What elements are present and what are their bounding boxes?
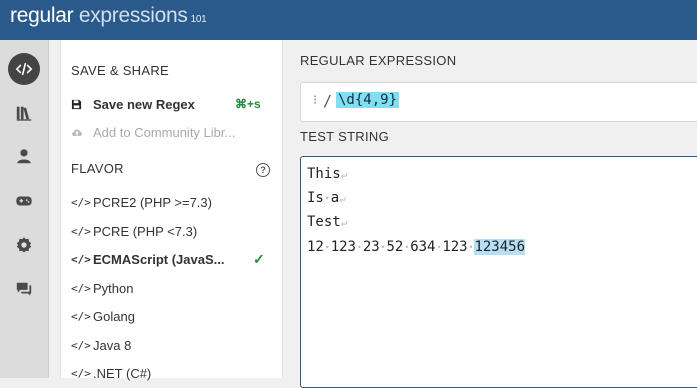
flavor-title: FLAVOR	[71, 161, 124, 176]
save-icon	[71, 99, 93, 110]
space-marker: •	[356, 242, 362, 252]
flavor-item[interactable]: </> Golang	[71, 306, 271, 326]
space-marker: •	[468, 242, 474, 252]
settings-icon[interactable]	[8, 229, 40, 261]
test-line: Test↵	[307, 214, 347, 230]
flavor-label: PCRE2 (PHP >=7.3)	[93, 194, 212, 210]
space-marker: •	[380, 242, 386, 252]
test-text: 23	[362, 239, 380, 255]
top-bar: regular expressions 101	[0, 0, 697, 40]
save-new-label: Save new Regex	[93, 96, 195, 112]
sidebar-panel: SAVE & SHARE Save new Regex ⌘+s Add to C…	[60, 40, 283, 381]
code-icon: </>	[71, 195, 91, 209]
test-text: Is	[307, 190, 324, 206]
flavor-item[interactable]: </> PCRE (PHP <7.3)	[71, 221, 271, 241]
quiz-icon[interactable]	[8, 185, 40, 217]
regex-title: REGULAR EXPRESSION	[300, 53, 457, 68]
flavor-item[interactable]: </> .NET (C#)	[71, 363, 271, 383]
code-icon: </>	[71, 338, 91, 352]
editor-icon[interactable]	[8, 53, 40, 85]
help-icon[interactable]: ?	[256, 163, 270, 177]
test-text: 123	[330, 239, 356, 255]
save-new-regex-button[interactable]: Save new Regex ⌘+s	[71, 94, 271, 114]
test-text: 634	[410, 239, 436, 255]
test-text: Test	[307, 214, 341, 230]
check-icon: ✓	[253, 250, 265, 267]
flavor-item[interactable]: </> Java 8	[71, 335, 271, 355]
flavor-label: Java 8	[93, 337, 132, 353]
flavor-item[interactable]: </> PCRE2 (PHP >=7.3)	[71, 192, 271, 212]
code-icon: </>	[71, 224, 91, 238]
drag-handle-icon[interactable]: ⁝	[313, 93, 317, 108]
flavor-label: Golang	[93, 308, 135, 324]
flavor-item[interactable]: </> Python	[71, 278, 271, 298]
test-text: a	[330, 190, 340, 206]
test-string-title: TEST STRING	[300, 129, 390, 144]
newline-marker: ↵	[340, 168, 348, 181]
test-text: 52	[386, 239, 404, 255]
save-shortcut: ⌘+s	[235, 97, 261, 111]
community-label: Add to Community Libr...	[93, 124, 236, 140]
logo-version: 101	[190, 14, 207, 25]
flavor-label: Python	[93, 280, 134, 296]
test-line: This↵	[307, 166, 347, 182]
save-share-title: SAVE & SHARE	[71, 63, 170, 78]
code-icon: </>	[71, 281, 91, 295]
flavor-label: ECMAScript (JavaS...	[93, 251, 225, 267]
space-marker: •	[324, 242, 330, 252]
regex-input[interactable]: ⁝ / \d{4,9}	[300, 82, 697, 122]
flavor-label: PCRE (PHP <7.3)	[93, 223, 198, 239]
code-icon: </>	[71, 309, 91, 323]
chat-icon[interactable]	[8, 273, 40, 305]
test-string-input[interactable]: This↵ Is•a↵ Test↵ 12•123•23•52•634•123•1…	[300, 156, 697, 388]
test-line: 12•123•23•52•634•123•123456	[307, 239, 526, 255]
library-icon[interactable]	[8, 97, 40, 129]
account-icon[interactable]	[8, 140, 40, 172]
match-highlight: 123456	[474, 239, 526, 255]
icon-rail	[0, 40, 49, 378]
editor-main: REGULAR EXPRESSION ⁝ / \d{4,9} TEST STRI…	[290, 40, 697, 388]
flavor-label: .NET (C#)	[93, 365, 152, 381]
code-icon: </>	[71, 252, 91, 266]
logo-text-regular: regular	[10, 4, 74, 27]
regex-pattern: \d{4,9}	[336, 92, 400, 108]
newline-marker: ↵	[339, 192, 346, 205]
space-marker: •	[436, 242, 442, 252]
space-marker: •	[404, 242, 410, 252]
newline-marker: ↵	[340, 216, 348, 229]
flavor-item-selected[interactable]: </> ECMAScript (JavaS... ✓	[71, 249, 271, 269]
test-line: Is•a↵	[307, 190, 346, 206]
space-marker: •	[324, 193, 330, 203]
regex-delimiter: /	[323, 92, 333, 110]
cloud-upload-icon	[71, 127, 93, 138]
test-text: This	[307, 166, 341, 182]
add-to-community-button[interactable]: Add to Community Libr...	[71, 122, 271, 142]
test-text: 12	[307, 239, 324, 255]
test-text: 123	[442, 239, 468, 255]
logo-text-expressions: expressions	[73, 4, 188, 27]
app-logo[interactable]: regular expressions 101	[10, 4, 207, 28]
